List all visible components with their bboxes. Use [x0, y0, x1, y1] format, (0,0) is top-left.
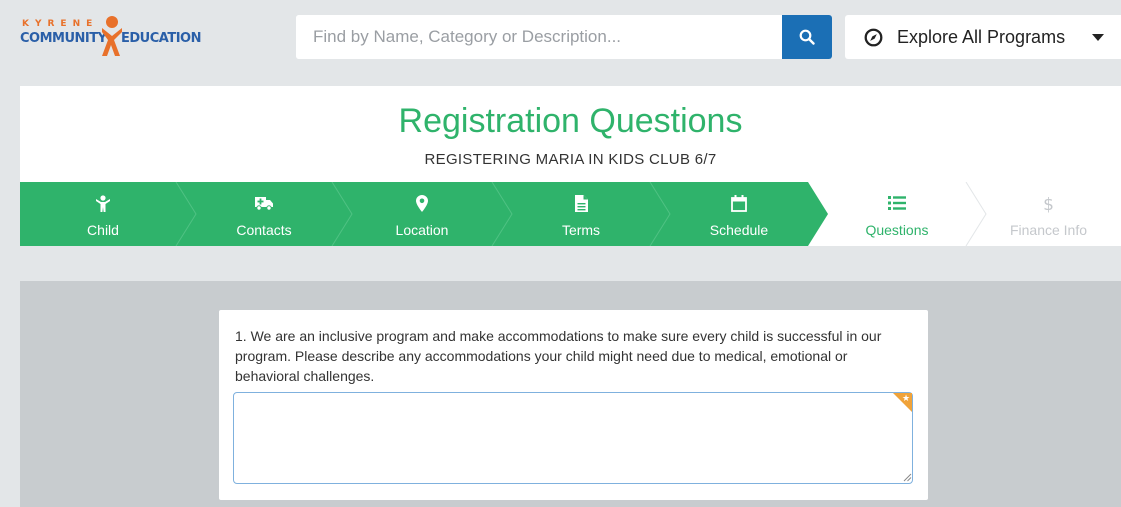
document-icon [574, 195, 588, 212]
registration-steps: Child Contacts Location Terms Schedule Q… [20, 182, 1121, 246]
step-label: Child [87, 222, 119, 238]
top-header: KYRENE COMMUNITY EDUCATION Explore All P… [0, 0, 1121, 72]
required-flag: ★ [893, 393, 912, 412]
explore-programs-label: Explore All Programs [897, 27, 1066, 47]
svg-text:$: $ [1043, 195, 1054, 213]
search-bar [296, 15, 832, 59]
list-icon [888, 196, 906, 210]
step-terms[interactable]: Terms [502, 182, 660, 246]
question-card: 1. We are an inclusive program and make … [219, 310, 928, 500]
step-label: Finance Info [1009, 222, 1088, 238]
question-text: We are an inclusive program and make acc… [235, 328, 882, 384]
logo-education-text: EDUCATION [121, 31, 201, 46]
step-label: Schedule [709, 222, 769, 238]
search-icon [799, 29, 815, 45]
child-icon [96, 195, 110, 212]
step-child[interactable]: Child [20, 182, 186, 246]
logo-kyrene-text: KYRENE [22, 19, 99, 29]
step-label: Contacts [236, 222, 292, 238]
page-subtitle: REGISTERING MARIA IN KIDS CLUB 6/7 [424, 151, 717, 168]
page-title: Registration Questions [398, 102, 743, 140]
explore-programs-dropdown[interactable]: Explore All Programs [845, 15, 1121, 59]
step-schedule[interactable]: Schedule [660, 182, 818, 246]
star-icon: ★ [902, 393, 911, 403]
logo-community-text: COMMUNITY [20, 31, 107, 46]
chevron-down-icon [1092, 34, 1104, 41]
questions-area: 1. We are an inclusive program and make … [20, 281, 1121, 507]
compass-icon [864, 28, 883, 47]
resize-grip-icon[interactable] [903, 473, 912, 482]
map-marker-icon [416, 195, 428, 212]
step-label: Questions [865, 222, 929, 238]
step-label: Terms [561, 222, 601, 238]
step-finance-info[interactable]: $ Finance Info [976, 182, 1121, 246]
step-contacts[interactable]: Contacts [186, 182, 342, 246]
calendar-icon [731, 195, 747, 212]
step-questions[interactable]: Questions [818, 182, 976, 246]
kyrene-logo[interactable]: KYRENE COMMUNITY EDUCATION [20, 14, 210, 58]
ambulance-icon [255, 197, 273, 211]
question-text-block: 1. We are an inclusive program and make … [235, 326, 915, 386]
search-button[interactable] [782, 15, 832, 59]
step-label: Location [395, 222, 449, 238]
accommodations-answer-textarea[interactable] [233, 392, 913, 484]
search-input[interactable] [296, 15, 782, 59]
title-panel: Registration Questions REGISTERING MARIA… [20, 86, 1121, 182]
question-number: 1. [235, 328, 247, 344]
step-location[interactable]: Location [342, 182, 502, 246]
dollar-icon: $ [1043, 195, 1054, 213]
